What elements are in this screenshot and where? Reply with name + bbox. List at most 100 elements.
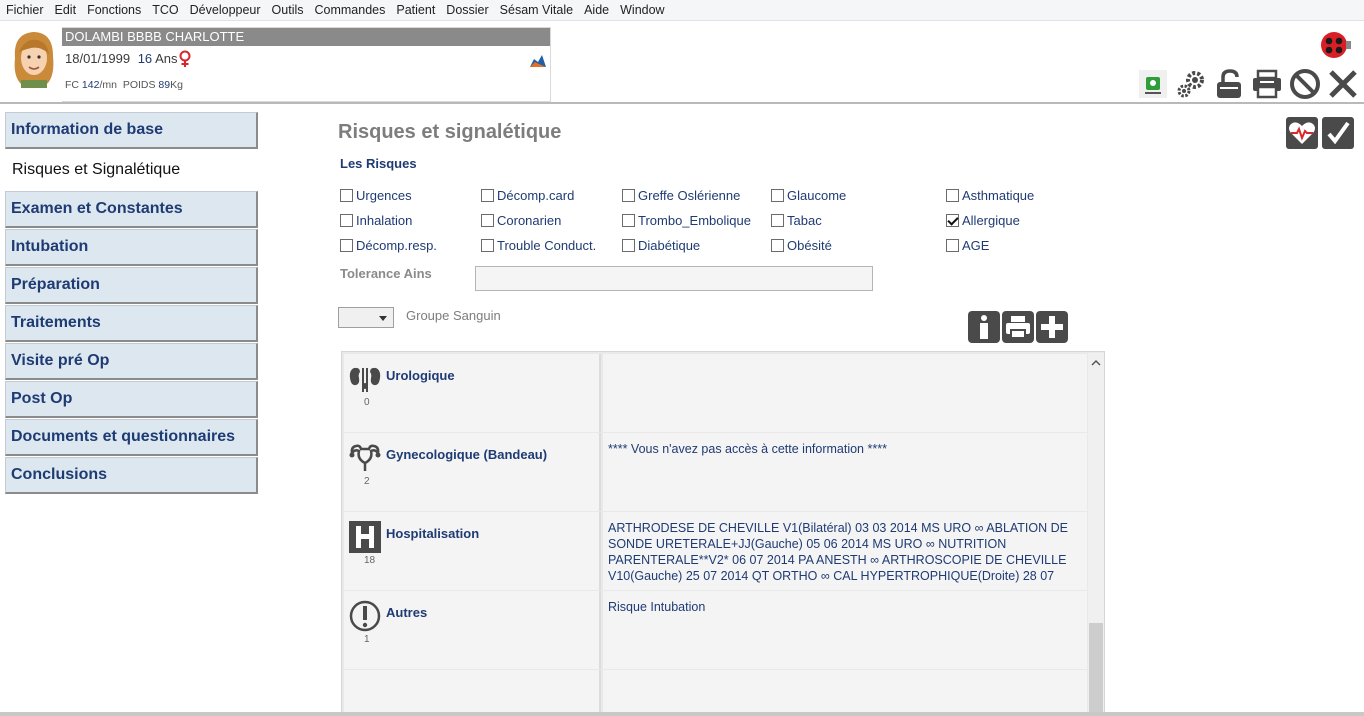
- chart-icon[interactable]: [529, 52, 547, 68]
- menu-fichier[interactable]: Fichier: [0, 0, 49, 21]
- risk-checkbox-item[interactable]: Urgences: [340, 188, 412, 203]
- sidebar-item-intubation[interactable]: Intubation: [5, 229, 258, 266]
- sidebar-item-risques-et-signaletique[interactable]: Risques et Signalétique: [5, 150, 258, 190]
- risk-checkbox-item[interactable]: Trouble Conduct.: [481, 238, 596, 253]
- row-title: Autres: [386, 605, 428, 620]
- menu-outils[interactable]: Outils: [266, 0, 309, 21]
- cancel-button[interactable]: [1288, 67, 1322, 101]
- poids-value: 89: [158, 79, 171, 91]
- table-row[interactable]: Gynecologique (Bandeau) 2 **** Vous n'avez…: [344, 433, 1087, 511]
- risk-checkbox-item[interactable]: Asthmatique: [946, 188, 1034, 203]
- table-row[interactable]: [344, 670, 1087, 712]
- menu-commandes[interactable]: Commandes: [309, 0, 391, 21]
- row-category-cell[interactable]: Hospitalisation 18: [344, 512, 601, 590]
- row-detail-cell: **** Vous n'avez pas accès à cette infor…: [603, 433, 1087, 511]
- card-reader-button[interactable]: [1136, 67, 1170, 101]
- patient-vitals: FC 142/mn POIDS 89Kg: [65, 79, 183, 91]
- risk-checkbox-item[interactable]: Greffe Oslérienne: [622, 188, 740, 203]
- risk-checkbox[interactable]: [946, 239, 959, 252]
- sidebar-nav: Information de base Risques et Signaléti…: [5, 112, 259, 495]
- menu-edit[interactable]: Edit: [49, 0, 82, 21]
- exclamation-icon: [349, 600, 381, 632]
- sidebar-item-examen-et-constantes[interactable]: Examen et Constantes: [5, 191, 258, 228]
- scrollbar-thumb[interactable]: [1089, 623, 1103, 712]
- menu-developpeur[interactable]: Développeur: [184, 0, 266, 21]
- sidebar-item-information-de-base[interactable]: Information de base: [5, 112, 258, 149]
- risk-checkbox-item[interactable]: Inhalation: [340, 213, 412, 228]
- tolerance-ains-input[interactable]: [475, 266, 873, 291]
- grid-scrollbar[interactable]: [1088, 353, 1104, 712]
- risk-checkbox-item[interactable]: Allergique: [946, 213, 1020, 228]
- risk-checkbox[interactable]: [481, 239, 494, 252]
- table-row[interactable]: Hospitalisation 18 ARTHRODESE DE CHEVILLE …: [344, 512, 1087, 590]
- menu-dossier[interactable]: Dossier: [440, 0, 493, 21]
- row-category-cell[interactable]: Autres 1: [344, 591, 601, 669]
- row-detail-cell: [603, 670, 1087, 712]
- risk-checkbox[interactable]: [481, 214, 494, 227]
- risk-checkbox[interactable]: [946, 214, 959, 227]
- risk-checkbox-item[interactable]: Coronarien: [481, 213, 561, 228]
- risk-checkbox[interactable]: [340, 214, 353, 227]
- risk-checkbox[interactable]: [340, 239, 353, 252]
- risk-checkbox[interactable]: [946, 189, 959, 202]
- risk-label: AGE: [962, 238, 990, 253]
- row-detail-cell: ARTHRODESE DE CHEVILLE V1(Bilatéral) 03 …: [603, 512, 1087, 590]
- table-row[interactable]: Autres 1 Risque Intubation: [344, 591, 1087, 669]
- row-category-cell[interactable]: Gynecologique (Bandeau) 2: [344, 433, 601, 511]
- sidebar-item-visite-pre-op[interactable]: Visite pré Op: [5, 343, 258, 380]
- blood-group-select[interactable]: [338, 307, 394, 328]
- risk-checkbox-item[interactable]: Décomp.card: [481, 188, 574, 203]
- risk-checkbox-item[interactable]: Diabétique: [622, 238, 700, 253]
- table-row[interactable]: Urologique 0: [344, 354, 1087, 432]
- menu-sesam-vitale[interactable]: Sésam Vitale: [494, 0, 578, 21]
- risk-checkbox[interactable]: [622, 214, 635, 227]
- risk-checkbox-item[interactable]: Obésité: [771, 238, 832, 253]
- risk-checkbox[interactable]: [622, 239, 635, 252]
- kidney-icon: [349, 367, 381, 392]
- menu-tco[interactable]: TCO: [146, 0, 183, 21]
- risk-checkbox[interactable]: [771, 214, 784, 227]
- menu-fonctions[interactable]: Fonctions: [81, 0, 146, 21]
- risk-checkbox-item[interactable]: Tabac: [771, 213, 822, 228]
- risk-checkbox-item[interactable]: Trombo_Embolique: [622, 213, 751, 228]
- settings-button[interactable]: [1174, 67, 1208, 101]
- risk-checkbox-item[interactable]: AGE: [946, 238, 989, 253]
- row-detail-cell: [603, 354, 1087, 432]
- hospital-icon: [349, 521, 381, 553]
- info-icon[interactable]: [968, 311, 1000, 343]
- sidebar-item-documents-et-questionnaires[interactable]: Documents et questionnaires: [5, 419, 258, 456]
- printer-icon[interactable]: [1002, 311, 1034, 343]
- row-category-cell[interactable]: [344, 670, 601, 712]
- history-grid: Urologique 0 Gynecologique (Bandeau) 2 **** …: [341, 351, 1105, 713]
- risk-checkbox[interactable]: [771, 239, 784, 252]
- row-category-cell[interactable]: Urologique 0: [344, 354, 601, 432]
- record-icon[interactable]: [1318, 31, 1352, 59]
- poids-unit: Kg: [170, 79, 183, 91]
- sidebar-item-conclusions[interactable]: Conclusions: [5, 457, 258, 494]
- row-title: Hospitalisation: [386, 526, 480, 541]
- patient-avatar: [7, 28, 60, 88]
- risk-checkbox-item[interactable]: Décomp.resp.: [340, 238, 437, 253]
- risk-checkbox[interactable]: [481, 189, 494, 202]
- print-button[interactable]: [1250, 67, 1284, 101]
- sidebar-item-preparation[interactable]: Préparation: [5, 267, 258, 304]
- menu-window[interactable]: Window: [614, 0, 669, 21]
- risk-checkbox[interactable]: [340, 189, 353, 202]
- plus-icon[interactable]: [1036, 311, 1068, 343]
- uterus-icon: [349, 444, 381, 471]
- chevron-down-icon: [379, 316, 387, 321]
- menu-patient[interactable]: Patient: [390, 0, 440, 21]
- heart-monitor-icon[interactable]: [1286, 117, 1318, 149]
- patient-dob-age: 18/01/1999 16 Ans: [65, 51, 177, 66]
- check-icon[interactable]: [1322, 117, 1354, 149]
- risk-checkbox[interactable]: [771, 189, 784, 202]
- chevron-up-icon[interactable]: [1091, 358, 1101, 368]
- menu-aide[interactable]: Aide: [578, 0, 614, 21]
- female-icon: [179, 50, 191, 67]
- close-button[interactable]: [1326, 67, 1360, 101]
- risk-checkbox-item[interactable]: Glaucome: [771, 188, 846, 203]
- unlock-button[interactable]: [1212, 67, 1246, 101]
- risk-checkbox[interactable]: [622, 189, 635, 202]
- sidebar-item-traitements[interactable]: Traitements: [5, 305, 258, 342]
- sidebar-item-post-op[interactable]: Post Op: [5, 381, 258, 418]
